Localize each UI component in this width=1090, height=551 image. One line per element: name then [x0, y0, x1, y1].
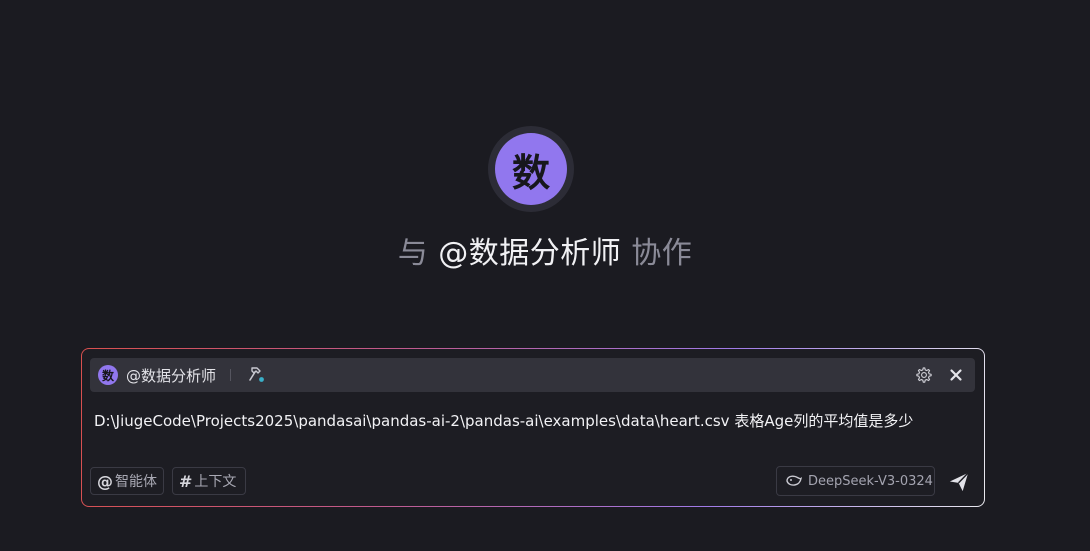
divider: [230, 369, 232, 381]
headline-suffix: 协作: [631, 236, 693, 271]
message-input[interactable]: D:\JiugeCode\Projects2025\pandasai\panda…: [94, 409, 969, 433]
at-icon: @: [97, 471, 113, 491]
chat-composer-body: 数 @数据分析师 D:\JiugeCode\Projects2025\panda…: [82, 349, 984, 506]
add-context-label: 上下文: [194, 474, 237, 490]
selected-agent-name[interactable]: @数据分析师: [126, 365, 216, 386]
model-label: DeepSeek-V3-0324: [808, 473, 933, 489]
headline-prefix: 与: [397, 236, 429, 271]
mention-agent-label: 智能体: [115, 474, 157, 490]
gear-icon[interactable]: [915, 366, 933, 384]
close-icon[interactable]: [949, 368, 963, 382]
headline-agent: @数据分析师: [438, 236, 622, 271]
add-context-button[interactable]: # 上下文: [172, 467, 246, 495]
selected-agent-avatar: 数: [98, 365, 118, 385]
mention-agent-button[interactable]: @ 智能体: [90, 467, 164, 495]
collaboration-headline: 与 @数据分析师 协作: [0, 232, 1090, 276]
hash-icon: #: [179, 471, 193, 491]
agent-avatar: 数: [488, 126, 574, 212]
selected-agent-bar: 数 @数据分析师: [90, 358, 975, 392]
chat-composer: 数 @数据分析师 D:\JiugeCode\Projects2025\panda…: [81, 348, 985, 507]
hammer-icon[interactable]: [247, 365, 267, 385]
deepseek-whale-icon: [786, 474, 802, 488]
model-selector[interactable]: DeepSeek-V3-0324: [776, 466, 935, 496]
send-icon[interactable]: [948, 471, 970, 493]
agent-avatar-glyph: 数: [495, 133, 567, 205]
